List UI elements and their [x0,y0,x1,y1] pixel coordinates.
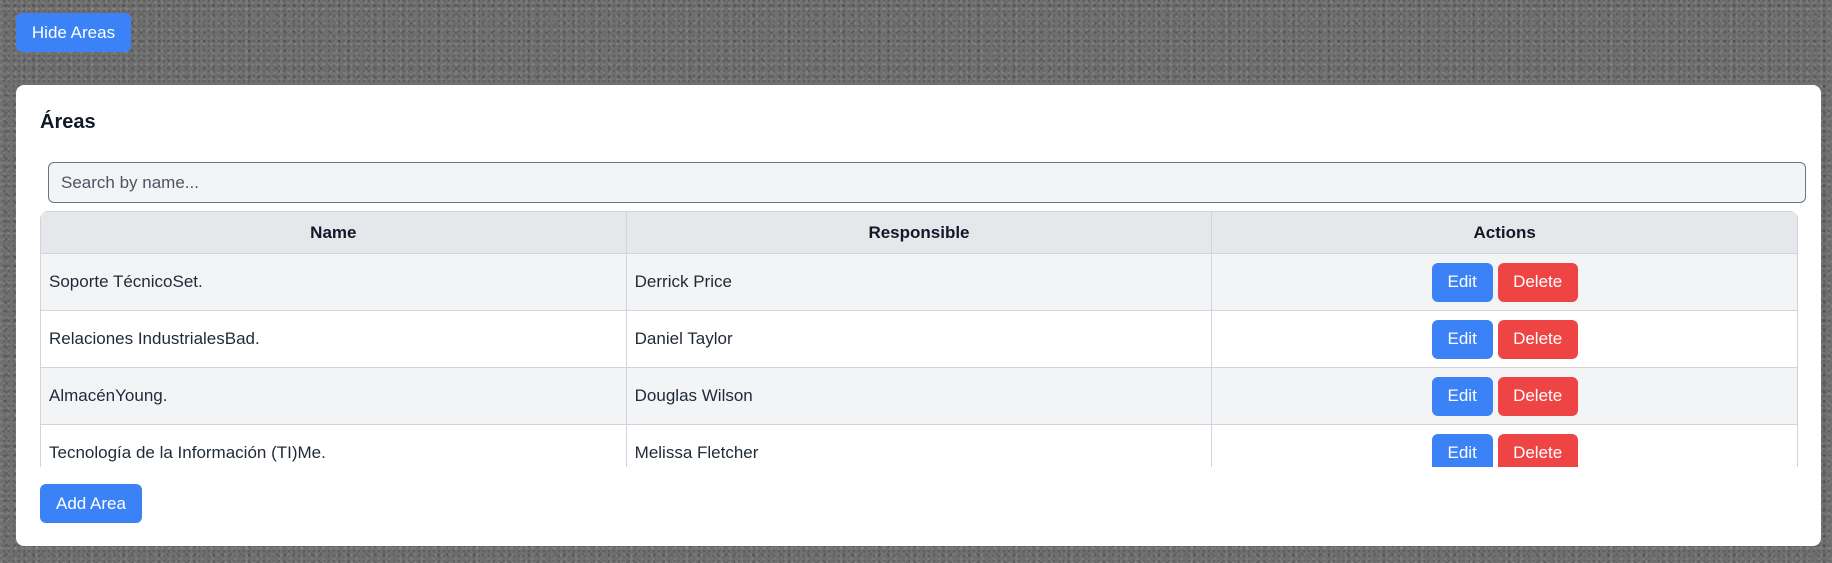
card-title: Áreas [40,111,96,133]
cell-responsible: Derrick Price [625,253,1213,311]
cell-actions: Edit Delete [1211,424,1798,467]
search-input[interactable] [48,162,1806,203]
edit-button[interactable]: Edit [1431,376,1493,416]
table-header-row: Name Responsible Actions [40,211,1798,254]
areas-card: Áreas Name Responsible Actions Soporte T… [16,85,1821,546]
delete-button[interactable]: Delete [1497,433,1578,467]
cell-responsible: Melissa Fletcher [625,424,1213,467]
cell-name: AlmacénYoung. [40,367,627,425]
cell-actions: Edit Delete [1211,310,1798,368]
add-area-button[interactable]: Add Area [40,484,142,523]
header-actions: Actions [1211,211,1798,254]
cell-actions: Edit Delete [1211,367,1798,425]
header-name: Name [40,211,627,254]
cell-name: Soporte TécnicoSet. [40,253,627,311]
hide-areas-button[interactable]: Hide Areas [16,13,131,52]
edit-button[interactable]: Edit [1431,433,1493,467]
table-row: Soporte TécnicoSet. Derrick Price Edit De… [40,253,1798,311]
header-responsible: Responsible [625,211,1213,254]
cell-name: Tecnología de la Información (TI)Me. [40,424,627,467]
delete-button[interactable]: Delete [1497,262,1578,302]
table-row: AlmacénYoung. Douglas Wilson Edit Delete [40,367,1798,425]
cell-responsible: Daniel Taylor [625,310,1213,368]
delete-button[interactable]: Delete [1497,376,1578,416]
areas-table: Name Responsible Actions Soporte Técnico… [40,211,1798,467]
areas-table-container[interactable]: Name Responsible Actions Soporte Técnico… [40,211,1798,467]
cell-responsible: Douglas Wilson [625,367,1213,425]
table-row: Relaciones IndustrialesBad. Daniel Taylo… [40,310,1798,368]
cell-actions: Edit Delete [1211,253,1798,311]
delete-button[interactable]: Delete [1497,319,1578,359]
cell-name: Relaciones IndustrialesBad. [40,310,627,368]
table-row: Tecnología de la Información (TI)Me. Mel… [40,424,1798,467]
edit-button[interactable]: Edit [1431,319,1493,359]
edit-button[interactable]: Edit [1431,262,1493,302]
